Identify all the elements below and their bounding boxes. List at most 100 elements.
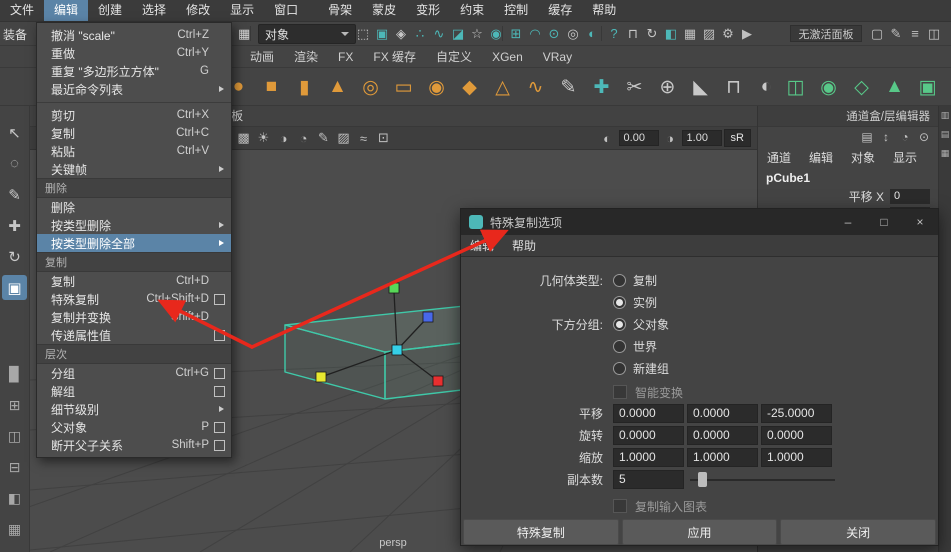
layout-four-pane-icon[interactable]: ⊞ (3, 393, 27, 418)
poly-torus-icon[interactable]: ◎ (356, 73, 385, 102)
mirror-icon[interactable]: ◫ (781, 73, 810, 102)
menu-windows[interactable]: 窗口 (264, 0, 308, 21)
layout-two-pane-side-icon[interactable]: ◫ (3, 424, 27, 449)
channel-pin-icon[interactable]: ⊙ (916, 128, 932, 147)
raise-application-windows-icon[interactable]: ▢ (868, 24, 886, 43)
slider-handle[interactable] (698, 472, 707, 487)
gamma-field[interactable]: 1.00 (682, 130, 722, 146)
menu-help[interactable]: 帮助 (582, 0, 626, 21)
menu-item-parent[interactable]: 父对象 P (37, 418, 231, 436)
select-hierarchy-icon[interactable]: ⬚ (354, 24, 372, 43)
cb-menu-edit[interactable]: 编辑 (800, 149, 842, 166)
menu-divider[interactable] (37, 98, 231, 103)
menu-item-transfer-attribute-values[interactable]: 传递属性值 (37, 326, 231, 344)
menu-item-recent-commands[interactable]: 最近命令列表 (37, 80, 231, 98)
scale-y-handle[interactable] (389, 283, 399, 293)
layout-hypershade-icon[interactable]: ▦ (3, 517, 27, 542)
dialog-menu-edit[interactable]: 编辑 (461, 237, 503, 254)
shelf-tab-xgen[interactable]: XGen (482, 50, 533, 64)
fog-icon[interactable]: ≈ (354, 128, 373, 148)
poly-plane-icon[interactable]: ▭ (389, 73, 418, 102)
radio-new-group[interactable]: 新建组 (613, 357, 669, 379)
render-settings-icon[interactable]: ⚙ (719, 24, 737, 43)
menu-section-delete[interactable]: 删除 (37, 178, 231, 198)
radio-icon[interactable] (613, 274, 626, 287)
option-box-icon[interactable] (214, 422, 225, 433)
shelf-tab-fx-caching[interactable]: FX 缓存 (363, 48, 426, 65)
shadows-icon[interactable]: ◑ (274, 128, 293, 148)
snap-to-projected-center-icon[interactable]: ◎ (564, 24, 582, 43)
channel-box-tab-icon[interactable]: ▥ (941, 110, 950, 121)
ipr-render-icon[interactable]: ▨ (700, 24, 718, 43)
scale-center-handle[interactable] (392, 345, 402, 355)
x-value-field[interactable]: 0.0000 (613, 426, 684, 445)
menu-section-duplicate[interactable]: 复制 (37, 252, 231, 272)
menu-item-delete[interactable]: 删除 (37, 198, 231, 216)
z-value-field[interactable]: 1.0000 (761, 448, 832, 467)
textured-mode-icon[interactable]: ▩ (234, 128, 253, 148)
multi-cut-icon[interactable]: ✂ (620, 73, 649, 102)
copies-slider[interactable] (690, 470, 835, 489)
duplicate-input-graph-checkbox[interactable] (613, 499, 627, 513)
x-value-field[interactable]: 1.0000 (613, 448, 684, 467)
paint-select-tool[interactable]: ✎ (2, 182, 27, 207)
menu-item-unparent[interactable]: 断开父子关系 Shift+P (37, 436, 231, 454)
snap-to-point-icon[interactable]: ⊙ (545, 24, 563, 43)
shelf-tab-rendering[interactable]: 渲染 (284, 48, 328, 65)
menu-item-copy[interactable]: 复制 Ctrl+C (37, 124, 231, 142)
y-value-field[interactable]: 0.0000 (687, 404, 758, 423)
crease-icon[interactable]: ◇ (847, 73, 876, 102)
menu-skeleton[interactable]: 骨架 (318, 0, 362, 21)
radio-icon[interactable] (613, 340, 626, 353)
y-value-field[interactable]: 1.0000 (687, 448, 758, 467)
apply-button[interactable]: 应用 (622, 519, 778, 545)
selection-mode-dropdown[interactable]: 对象 (258, 24, 356, 44)
bridge-icon[interactable]: ⊓ (719, 73, 748, 102)
xray-icon[interactable]: ◔ (294, 128, 313, 148)
separate-icon[interactable]: ▤ (946, 73, 951, 102)
poly-disc-icon[interactable]: ◉ (422, 73, 451, 102)
menu-modify[interactable]: 修改 (176, 0, 220, 21)
clipping-icon[interactable]: ⊡ (374, 128, 393, 148)
poly-pyramid-icon[interactable]: △ (488, 73, 517, 102)
cb-menu-object[interactable]: 对象 (842, 149, 884, 166)
outliner-panel-icon[interactable]: ≡ (906, 24, 924, 43)
menu-item-delete-all-by-type[interactable]: 按类型删除全部 (37, 234, 231, 252)
menu-display[interactable]: 显示 (220, 0, 264, 21)
channel-display-icon[interactable]: ▤ (859, 128, 875, 147)
channel-speed-icon[interactable]: ◔ (897, 128, 913, 147)
bevel-icon[interactable]: ◣ (686, 73, 715, 102)
menu-item-delete-by-type[interactable]: 按类型删除 (37, 216, 231, 234)
select-object-icon[interactable]: ▣ (373, 24, 391, 43)
option-box-icon[interactable] (214, 294, 225, 305)
copies-field[interactable]: 5 (613, 470, 684, 489)
option-box-icon[interactable] (214, 386, 225, 397)
target-weld-icon[interactable]: ⊕ (653, 73, 682, 102)
menu-item-ungroup[interactable]: 解组 (37, 382, 231, 400)
selected-object-name[interactable]: pCube1 (758, 167, 938, 187)
make-live-icon[interactable]: ◐ (583, 24, 601, 43)
option-box-icon[interactable] (214, 330, 225, 341)
x-value-field[interactable]: 0.0000 (613, 404, 684, 423)
menu-item-repeat[interactable]: 重复 "多边形立方体" G (37, 62, 231, 80)
y-value-field[interactable]: 0.0000 (687, 426, 758, 445)
snap-to-grid-icon[interactable]: ⊞ (507, 24, 525, 43)
cb-menu-show[interactable]: 显示 (884, 149, 926, 166)
dialog-menu-help[interactable]: 帮助 (503, 237, 545, 254)
radio-icon[interactable] (613, 362, 626, 375)
hypergraph-panel-icon[interactable]: ◫ (925, 24, 943, 43)
move-tool[interactable]: ✚ (2, 213, 27, 238)
mask-surfaces-icon[interactable]: ◪ (449, 24, 467, 43)
radio-icon[interactable] (613, 318, 626, 331)
srgb-gamma-toggle[interactable]: sR (724, 129, 751, 147)
radio-parent[interactable]: 父对象 (613, 313, 669, 335)
shelf-tab-animation[interactable]: 动画 (240, 48, 284, 65)
menu-deform[interactable]: 变形 (406, 0, 450, 21)
sculpt-tool-icon[interactable]: ✎ (554, 73, 583, 102)
poly-platonic-icon[interactable]: ◆ (455, 73, 484, 102)
lock-selection-icon[interactable]: ⊓ (624, 24, 642, 43)
dialog-titlebar[interactable]: 特殊复制选项 –□× (461, 209, 938, 235)
menu-section-hierarchy[interactable]: 层次 (37, 344, 231, 364)
render-sequence-icon[interactable]: ▶ (738, 24, 756, 43)
radio-world[interactable]: 世界 (613, 335, 669, 357)
